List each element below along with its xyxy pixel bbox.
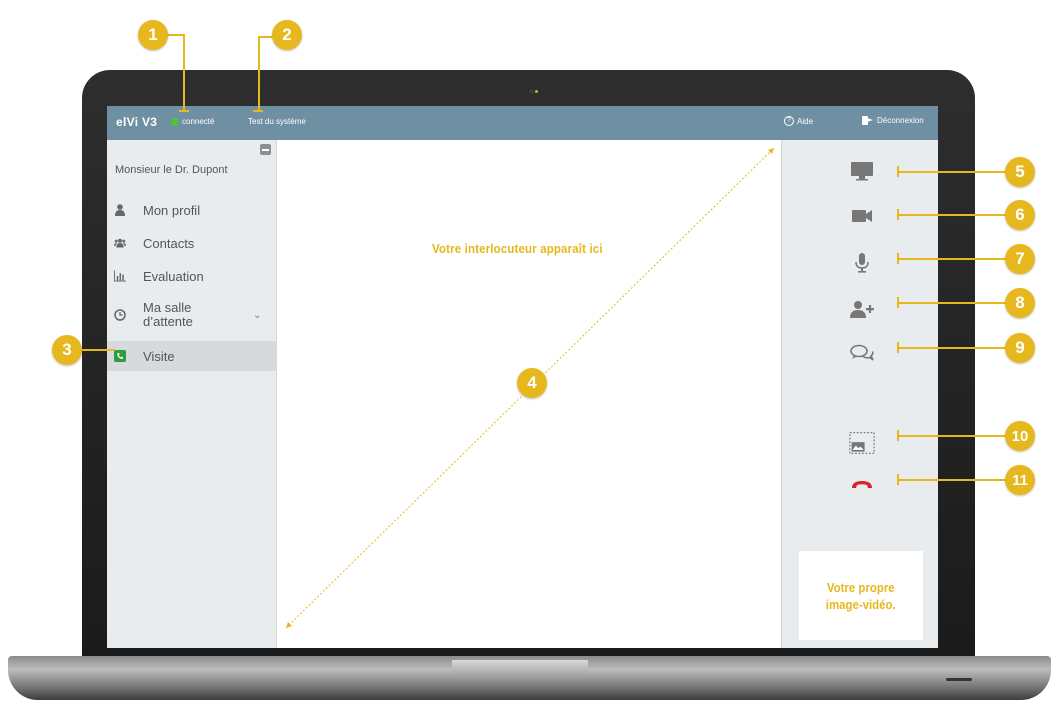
- callout-badge-5: 5: [1005, 157, 1035, 187]
- camera-button[interactable]: [849, 205, 875, 227]
- callout-line-3: [80, 349, 115, 351]
- laptop-slot: [946, 678, 972, 681]
- contacts-icon: [114, 237, 126, 249]
- remote-video-caption: Votre interlocuteur apparaît ici: [432, 241, 603, 256]
- callout-line-2-vertical: [258, 36, 260, 112]
- screenshot-button[interactable]: [849, 429, 875, 457]
- callout-line-8: [898, 302, 1006, 304]
- callout-line-9: [898, 347, 1006, 349]
- user-name: Monsieur le Dr. Dupont: [115, 164, 228, 176]
- callout-badge-6: 6: [1005, 200, 1035, 230]
- self-video-line1: Votre propre: [827, 579, 895, 595]
- help-label: Aide: [797, 116, 814, 126]
- collapse-sidebar-button[interactable]: [260, 144, 271, 155]
- callout-line-1-vertical: [183, 34, 185, 112]
- waiting-room-line1: Ma salle: [143, 300, 192, 315]
- sidebar-item-evaluation[interactable]: Evaluation: [107, 262, 277, 290]
- webcam: [529, 89, 539, 95]
- chevron-down-icon[interactable]: ⌄: [253, 310, 261, 321]
- camera-icon: [852, 210, 872, 222]
- hangup-icon: [852, 481, 872, 488]
- help-icon: ?: [784, 116, 794, 126]
- phone-icon: [114, 350, 126, 362]
- callout-badge-7: 7: [1005, 244, 1035, 274]
- callout-tick-9: [897, 342, 899, 353]
- connection-status: connecté: [171, 117, 214, 126]
- callout-badge-1: 1: [138, 20, 168, 50]
- chat-icon: [850, 344, 874, 361]
- hangup-button[interactable]: [849, 474, 875, 496]
- sidebar-item-label: Visite: [143, 348, 175, 364]
- callout-line-6: [898, 214, 1006, 216]
- callout-badge-3: 3: [52, 335, 82, 365]
- sidebar-item-label: Mon profil: [143, 202, 201, 218]
- app-brand: elVi V3: [116, 115, 158, 129]
- sidebar-item-visit[interactable]: Visite: [107, 341, 277, 371]
- callout-badge-10: 10: [1005, 421, 1035, 451]
- callout-tick-8: [897, 297, 899, 308]
- callout-line-10: [898, 435, 1006, 437]
- chat-button[interactable]: [849, 342, 875, 364]
- help-button[interactable]: ? Aide: [784, 116, 813, 126]
- callout-badge-8: 8: [1005, 288, 1035, 318]
- callout-tick-6: [897, 209, 899, 220]
- microphone-button[interactable]: [849, 252, 875, 274]
- clock-icon: [114, 309, 126, 321]
- monitor-icon: [851, 162, 873, 181]
- page: elVi V3 connecté Test du système ? Aide …: [0, 0, 1059, 704]
- self-video-preview: Votre propre image-vidéo.: [799, 551, 923, 640]
- callout-line-11: [898, 479, 1006, 481]
- self-video-line2: image-vidéo.: [826, 596, 896, 612]
- sidebar-item-label: Evaluation: [143, 268, 204, 284]
- sidebar-item-profile[interactable]: Mon profil: [107, 196, 277, 224]
- sidebar-item-label: Contacts: [143, 235, 195, 251]
- microphone-icon: [855, 253, 869, 273]
- waiting-room-line2: d’attente: [143, 314, 193, 329]
- sidebar: Monsieur le Dr. Dupont Mon profil Contac…: [107, 140, 277, 648]
- callout-tick-5: [897, 166, 899, 177]
- callout-tick-10: [897, 430, 899, 441]
- callout-badge-2: 2: [272, 20, 302, 50]
- callout-tick-2: [253, 110, 263, 112]
- status-label: connecté: [182, 117, 215, 126]
- status-dot-icon: [171, 117, 179, 126]
- system-test-link[interactable]: Test du système: [248, 117, 306, 126]
- screen-share-button[interactable]: [849, 160, 875, 182]
- control-panel: Votre propre image-vidéo.: [781, 140, 938, 648]
- logout-button[interactable]: Déconnexion: [862, 116, 924, 125]
- callout-line-5: [898, 171, 1006, 173]
- sidebar-item-waiting-room[interactable]: Ma salle d’attente ⌄: [107, 298, 277, 332]
- top-bar: elVi V3 connecté Test du système ? Aide …: [107, 106, 938, 140]
- laptop-notch: [452, 660, 588, 678]
- callout-tick-7: [897, 253, 899, 264]
- sidebar-item-contacts[interactable]: Contacts: [107, 229, 277, 257]
- chart-icon: [114, 270, 126, 282]
- callout-tick-11: [897, 474, 899, 485]
- callout-badge-4: 4: [517, 368, 547, 398]
- screenshot-icon: [849, 431, 875, 455]
- user-icon: [114, 204, 126, 216]
- sidebar-item-label: Ma salle d’attente: [143, 301, 193, 329]
- callout-tick-1: [179, 110, 189, 112]
- logout-label: Déconnexion: [877, 116, 924, 125]
- add-participant-button[interactable]: [849, 298, 875, 320]
- callout-badge-11: 11: [1005, 465, 1035, 495]
- add-user-icon: [850, 301, 874, 318]
- self-video-caption: Votre propre image-vidéo.: [826, 579, 896, 613]
- logout-icon: [862, 116, 873, 125]
- callout-line-7: [898, 258, 1006, 260]
- callout-badge-9: 9: [1005, 333, 1035, 363]
